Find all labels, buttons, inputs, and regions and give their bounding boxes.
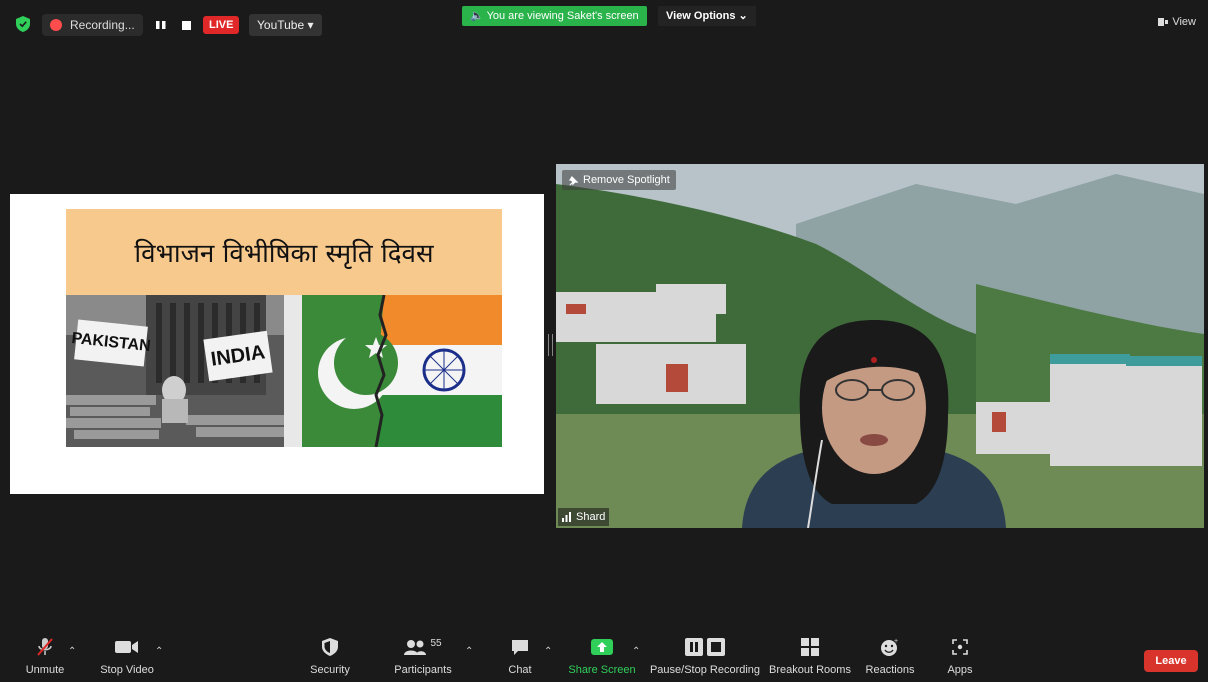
slide-title: विभाजन विभीषिका स्मृति दिवस	[66, 209, 502, 295]
stop-video-button[interactable]: Stop Video	[98, 634, 156, 682]
security-button[interactable]: Security	[306, 634, 354, 682]
security-label: Security	[310, 664, 350, 676]
participant-name-tag: Shard	[558, 508, 610, 526]
svg-text:+: +	[894, 638, 898, 645]
participant-count: 55	[430, 637, 442, 649]
chat-bubble-icon	[510, 634, 530, 660]
participant-name: Shard	[576, 511, 606, 523]
remove-spotlight-label: Remove Spotlight	[583, 174, 670, 186]
partition-archive-photo: PAKISTAN INDIA	[66, 295, 284, 447]
participants-label: Participants	[394, 664, 452, 676]
pause-stop-recording-button[interactable]: Pause/Stop Recording	[650, 634, 760, 682]
unmute-button[interactable]: Unmute	[22, 634, 68, 682]
meeting-top-bar: Recording... LIVE YouTube ▾ 🔈 You are vi…	[0, 0, 1208, 44]
view-options-label: View Options	[666, 10, 736, 22]
chevron-down-icon: ▾	[307, 18, 314, 32]
encryption-shield-icon[interactable]	[16, 16, 30, 32]
view-button[interactable]: View	[1158, 16, 1196, 28]
speaker-icon: 🔈	[470, 10, 484, 22]
share-screen-label: Share Screen	[568, 664, 636, 676]
signal-strength-icon	[562, 512, 571, 522]
breakout-rooms-label: Breakout Rooms	[769, 664, 851, 676]
participants-icon: 55	[404, 634, 442, 660]
apps-button[interactable]: Apps	[940, 634, 980, 682]
recording-label: Recording...	[70, 18, 135, 32]
recording-indicator[interactable]: Recording...	[42, 14, 143, 36]
breakout-rooms-button[interactable]: Breakout Rooms	[768, 634, 852, 682]
pause-icon	[156, 21, 166, 29]
stop-video-label: Stop Video	[100, 664, 154, 676]
muted-microphone-icon	[35, 634, 55, 660]
share-screen-icon	[591, 634, 613, 660]
video-background-scene	[556, 164, 1204, 528]
pause-recording-button[interactable]	[152, 14, 170, 36]
view-options-button[interactable]: View Options ⌄	[658, 6, 756, 26]
livestream-target-label: YouTube	[257, 18, 305, 32]
pause-stop-recording-icon	[685, 634, 725, 660]
audio-options-chevron-icon[interactable]: ⌃	[68, 646, 76, 657]
viewing-screen-banner: 🔈 You are viewing Saket's screen	[462, 6, 647, 26]
apps-label: Apps	[947, 664, 973, 676]
video-options-chevron-icon[interactable]: ⌃	[155, 646, 163, 657]
apps-icon	[951, 634, 969, 660]
speaker-video-tile[interactable]: Remove Spotlight Shard	[556, 164, 1204, 528]
india-sign: INDIA	[203, 330, 273, 382]
pause-stop-recording-label: Pause/Stop Recording	[649, 664, 761, 676]
leave-meeting-button[interactable]: Leave	[1144, 650, 1198, 672]
remove-spotlight-button[interactable]: Remove Spotlight	[562, 170, 676, 190]
reactions-button[interactable]: + Reactions	[864, 634, 916, 682]
chat-button[interactable]: Chat	[500, 634, 540, 682]
security-shield-icon	[322, 634, 338, 660]
cracked-flags-image	[284, 295, 502, 447]
viewing-banner-text: You are viewing Saket's screen	[486, 10, 639, 22]
participants-button[interactable]: 55 Participants	[392, 634, 454, 682]
livestream-target-dropdown[interactable]: YouTube ▾	[249, 14, 322, 36]
share-options-chevron-icon[interactable]: ⌃	[632, 646, 640, 657]
reactions-label: Reactions	[865, 664, 915, 676]
share-screen-button[interactable]: Share Screen	[566, 634, 638, 682]
stop-icon	[181, 20, 191, 30]
stop-recording-button[interactable]	[178, 14, 194, 36]
view-layout-icon	[1158, 18, 1169, 26]
unmute-label: Unmute	[25, 664, 65, 676]
chevron-down-icon: ⌄	[738, 10, 748, 22]
cloud-recording-icon	[50, 19, 62, 31]
shared-screen-content: विभाजन विभीषिका स्मृति दिवस PAKISTAN IND…	[10, 194, 544, 494]
split-view-divider-handle[interactable]	[548, 334, 553, 356]
live-badge[interactable]: LIVE	[203, 16, 240, 34]
chat-options-chevron-icon[interactable]: ⌃	[544, 646, 552, 657]
participants-options-chevron-icon[interactable]: ⌃	[465, 646, 473, 657]
view-label: View	[1172, 16, 1196, 28]
pakistan-india-flags-illustration	[284, 295, 502, 447]
pin-icon	[568, 175, 579, 185]
chat-label: Chat	[508, 664, 532, 676]
breakout-rooms-icon	[801, 634, 819, 660]
meeting-controls-toolbar: Unmute ⌃ Stop Video ⌃ Security 55 Partic…	[0, 634, 1208, 682]
pakistan-sign: PAKISTAN	[71, 319, 151, 367]
reactions-smiley-icon: +	[880, 634, 900, 660]
video-camera-icon	[115, 634, 139, 660]
